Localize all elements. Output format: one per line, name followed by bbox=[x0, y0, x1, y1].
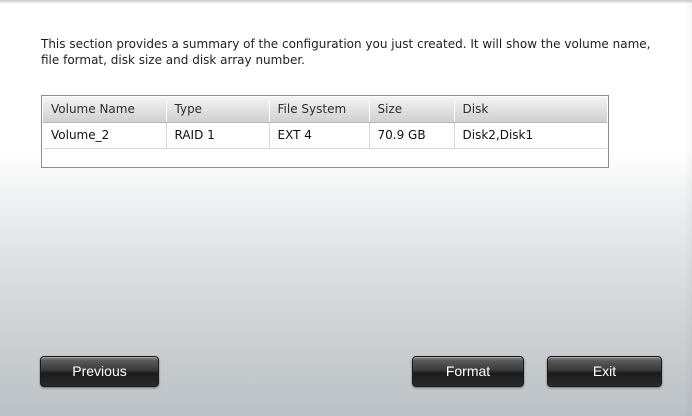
summary-table-container: Volume Name Type File System Size Disk V… bbox=[41, 95, 609, 168]
cell-volume-name: Volume_2 bbox=[43, 122, 167, 149]
column-header-file-system: File System bbox=[269, 97, 370, 123]
panel-top-border bbox=[0, 0, 692, 3]
wizard-panel: This section provides a summary of the c… bbox=[0, 0, 692, 416]
column-header-size: Size bbox=[369, 97, 455, 123]
column-header-type: Type bbox=[166, 97, 270, 123]
table-row: Volume_2 RAID 1 EXT 4 70.9 GB Disk2,Disk… bbox=[43, 122, 607, 149]
format-button[interactable]: Format bbox=[412, 356, 524, 387]
exit-button[interactable]: Exit bbox=[547, 356, 662, 387]
summary-description: This section provides a summary of the c… bbox=[41, 37, 651, 67]
previous-button[interactable]: Previous bbox=[40, 356, 159, 387]
summary-table: Volume Name Type File System Size Disk V… bbox=[43, 97, 607, 149]
cell-type: RAID 1 bbox=[166, 122, 270, 149]
column-header-disk: Disk bbox=[454, 97, 607, 123]
cell-size: 70.9 GB bbox=[369, 122, 455, 149]
cell-file-system: EXT 4 bbox=[269, 122, 370, 149]
panel-right-edge bbox=[684, 0, 692, 416]
cell-disk: Disk2,Disk1 bbox=[454, 122, 607, 149]
column-header-volume-name: Volume Name bbox=[43, 97, 167, 123]
table-header-row: Volume Name Type File System Size Disk bbox=[43, 97, 607, 123]
